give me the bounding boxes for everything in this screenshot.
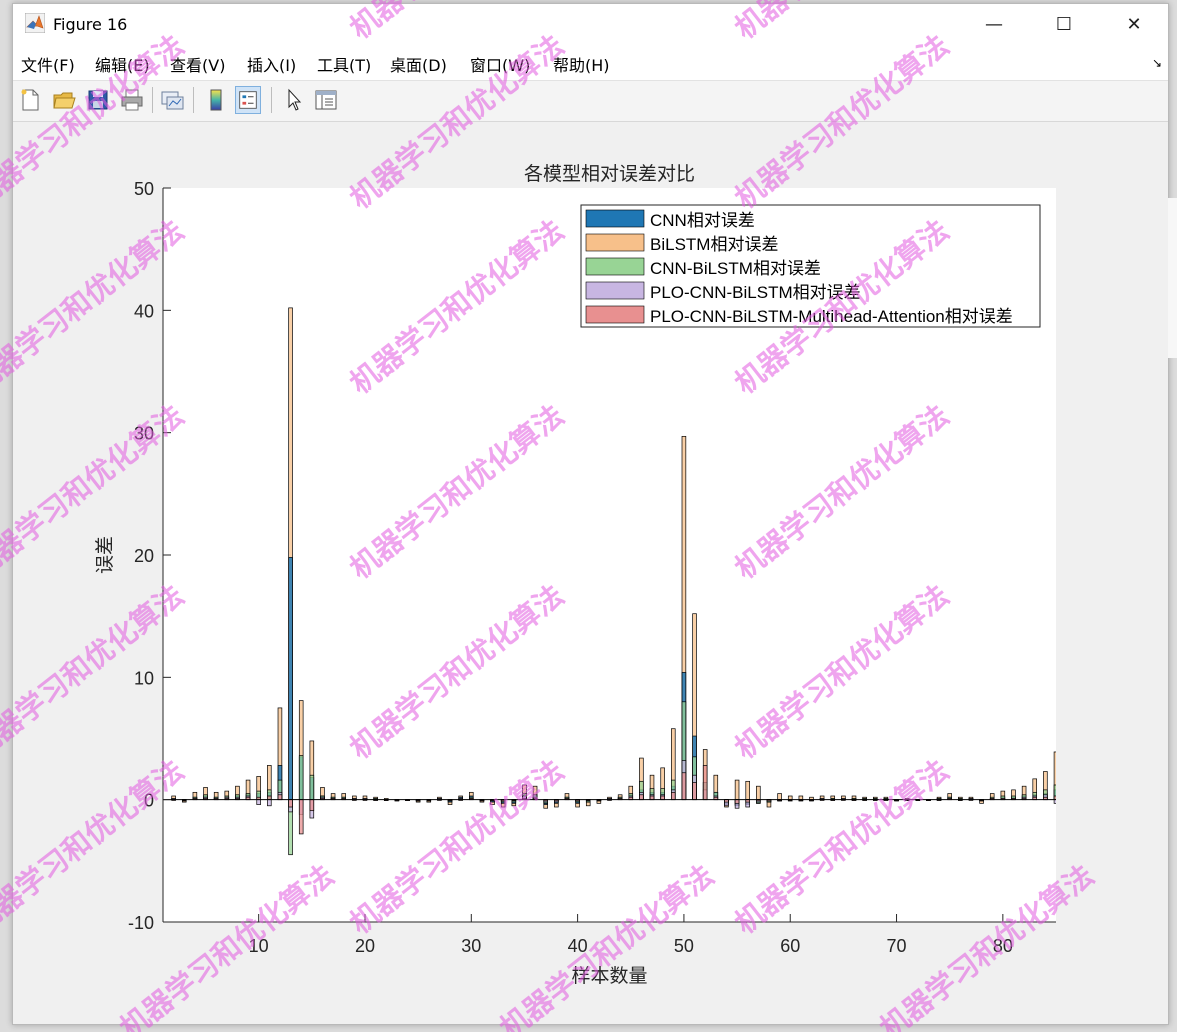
y-tick-label: 40 [134,301,154,321]
y-tick-label: -10 [128,913,154,933]
x-axis-label: 样本数量 [571,965,647,987]
bar [277,794,283,801]
bar [671,791,676,801]
y-axis-label: 误差 [94,536,116,574]
legend-entry: CNN-BiLSTM相对误差 [650,259,821,278]
x-tick-label: 50 [674,936,694,956]
bar [1053,799,1056,804]
legend-swatch [585,305,645,324]
x-tick-label: 40 [568,936,588,956]
bar [702,765,708,801]
x-tick-label: 80 [993,936,1013,956]
y-tick-label: 0 [144,791,154,811]
legend-swatch [585,209,645,228]
bar [309,774,315,801]
bar [639,794,644,801]
bar [734,799,740,804]
bar [649,795,655,801]
bar [309,799,315,812]
bar [756,785,761,801]
bar [288,799,293,808]
chart-svg[interactable]: 10 20 30 40 50 60 70 80 -10 0 10 20 30 40 50 各模型相对误差对比… [0,0,1177,1032]
x-tick-label: 60 [780,936,800,956]
legend-swatch [585,257,645,276]
legend-entry: CNN相对误差 [650,211,755,230]
bar [298,755,304,801]
legend-swatch [585,281,645,300]
bar [681,772,687,801]
y-tick-label: 20 [134,546,154,566]
chart-title: 各模型相对误差对比 [524,163,695,185]
x-tick-label: 10 [249,936,269,956]
y-tick-label: 10 [134,668,154,688]
y-tick-label: 50 [134,179,154,199]
legend-swatch [585,233,645,252]
bar [787,795,793,801]
legend-entry: PLO-CNN-BiLSTM-Multihead-Attention相对误差 [650,307,1013,326]
legend-entry: PLO-CNN-BiLSTM相对误差 [650,283,861,302]
y-tick-label: 30 [134,424,154,444]
bar [692,782,697,801]
bar [798,795,804,801]
bar [745,780,750,801]
x-tick-label: 20 [355,936,375,956]
bar [256,799,261,805]
bar [267,795,272,801]
bar [1053,795,1056,801]
bar [298,799,304,835]
bar [267,799,272,807]
legend[interactable]: CNN相对误差 BiLSTM相对误差 CNN-BiLSTM相对误差 PLO-CNN-B… [580,204,1041,328]
bar [288,557,293,801]
x-tick-label: 70 [887,936,907,956]
bar [660,795,665,801]
x-tick-label: 30 [461,936,481,956]
legend-entry: BiLSTM相对误差 [650,235,778,254]
bar [734,779,740,801]
bar [777,793,782,801]
